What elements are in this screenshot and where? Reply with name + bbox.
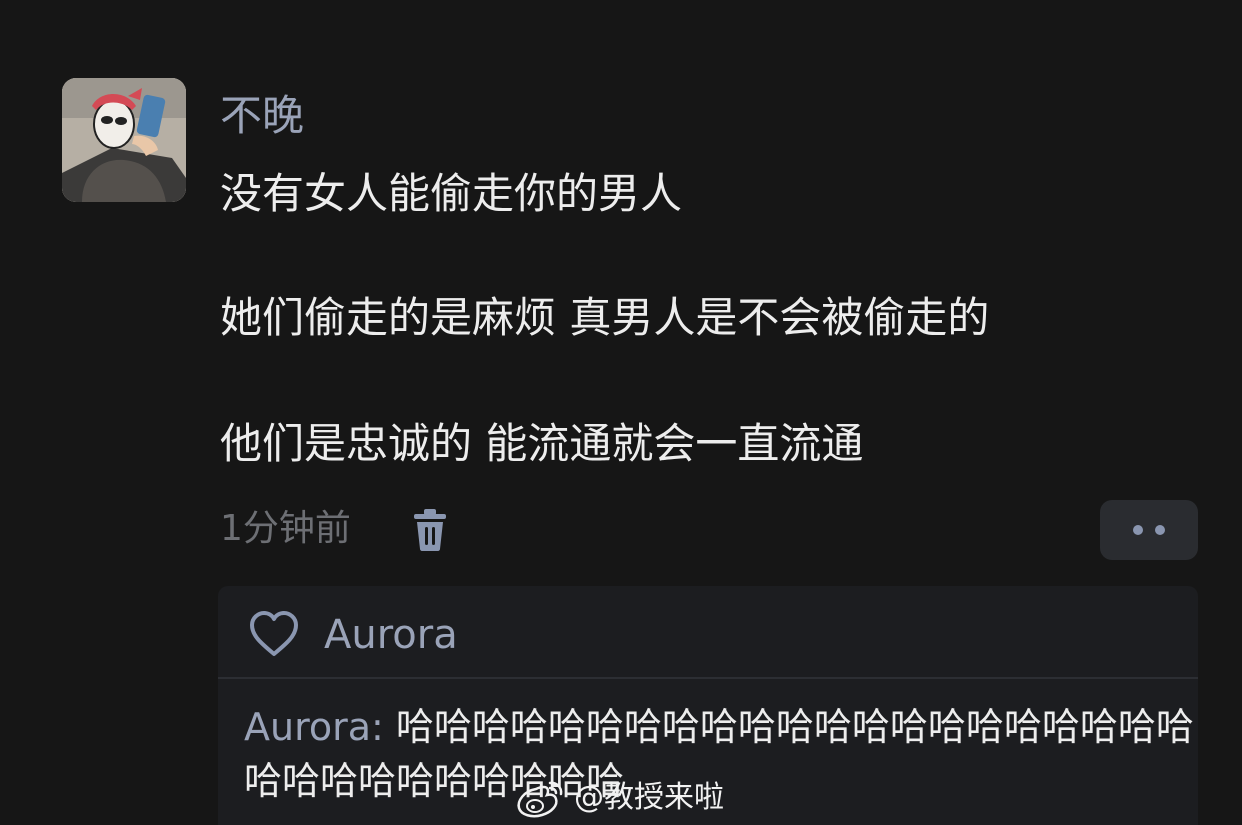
divider (218, 677, 1198, 679)
post-text-line-2: 她们偷走的是麻烦 真男人是不会被偷走的 (220, 293, 990, 342)
post-text-line-3: 他们是忠诚的 能流通就会一直流通 (220, 419, 864, 468)
watermark-text: @教授来啦 (574, 780, 724, 815)
trash-icon[interactable] (410, 508, 450, 552)
liker-name[interactable]: Aurora (324, 608, 458, 662)
dots-icon (1133, 525, 1165, 535)
post-text-line-1: 没有女人能偷走你的男人 (220, 169, 683, 218)
watermark: @教授来啦 (514, 776, 724, 820)
avatar[interactable] (62, 78, 186, 202)
avatar-illustration (62, 78, 186, 202)
timestamp: 1分钟前 (220, 508, 351, 549)
more-options-button[interactable] (1100, 500, 1198, 560)
username[interactable]: 不晚 (220, 88, 304, 144)
weibo-logo (517, 781, 563, 818)
comment-card: 不晚 没有女人能偷走你的男人 她们偷走的是麻烦 真男人是不会被偷走的 他们是忠诚… (0, 0, 1242, 825)
reply-author[interactable]: Aurora: (244, 705, 384, 749)
heart-icon[interactable] (248, 610, 300, 658)
